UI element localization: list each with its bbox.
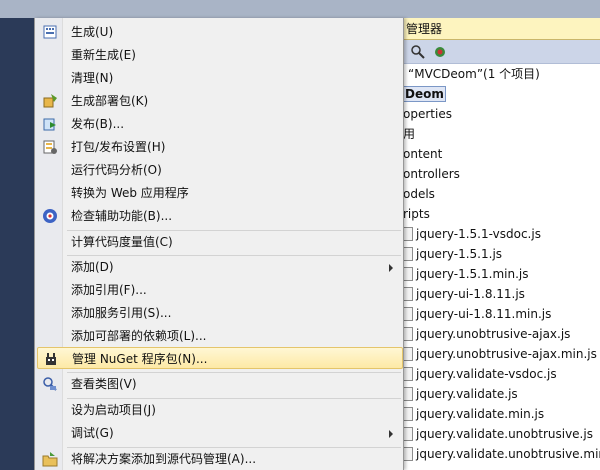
refresh-icon[interactable] (432, 44, 448, 60)
class-diagram-icon (43, 377, 57, 391)
menu-item-add-to-source-control[interactable]: 将解决方案添加到源代码管理(A)... (37, 448, 403, 470)
js-file-icon (404, 287, 413, 301)
menu-item-build-deploy-package[interactable]: 生成部署包(K) (37, 90, 403, 112)
menu-item-run-code-analysis[interactable]: 运行代码分析(O) (37, 159, 403, 181)
js-file-icon (404, 347, 413, 361)
menu-item-set-startup-project[interactable]: 设为启动项目(J) (37, 399, 403, 421)
js-file-icon (404, 307, 413, 321)
js-file-icon (404, 427, 413, 441)
nuget-icon (46, 353, 56, 365)
tree-item[interactable]: ripts (398, 204, 600, 224)
submenu-arrow-icon (389, 264, 393, 272)
publish-icon (43, 118, 56, 131)
solution-explorer: 管理器 “MVCDeom”(1 个项目) Deom operties 用 ont… (398, 18, 600, 470)
tree-item[interactable]: jquery-1.5.1-vsdoc.js (398, 224, 600, 244)
menu-item-view-class-diagram[interactable]: 查看类图(V) (37, 373, 403, 395)
js-file-icon (404, 227, 413, 241)
js-file-icon (404, 367, 413, 381)
build-icon (43, 25, 57, 39)
tree-item[interactable]: jquery.validate.unobtrusive.js (398, 424, 600, 444)
menu-item-check-accessibility[interactable]: 检查辅助功能(B)... (37, 205, 403, 227)
ide-title-strip (0, 0, 600, 18)
ide-left-panel (0, 18, 34, 470)
menu-item-debug[interactable]: 调试(G) (37, 422, 403, 444)
package-icon (43, 94, 57, 108)
tree-item[interactable]: Deom (398, 84, 600, 104)
js-file-icon (404, 267, 413, 281)
tree-item[interactable]: odels (398, 184, 600, 204)
tree-item[interactable]: jquery.validate.js (398, 384, 600, 404)
find-icon[interactable] (410, 44, 426, 60)
accessibility-icon (43, 209, 57, 223)
solution-explorer-title: 管理器 (398, 18, 600, 40)
solution-explorer-toolbar (398, 40, 600, 64)
menu-item-convert-web-app[interactable]: 转换为 Web 应用程序 (37, 182, 403, 204)
source-control-icon (42, 452, 58, 467)
menu-item-add-service-reference[interactable]: 添加服务引用(S)... (37, 302, 403, 324)
package-settings-icon (43, 140, 57, 154)
tree-item[interactable]: jquery-1.5.1.js (398, 244, 600, 264)
menu-item-calculate-code-metrics[interactable]: 计算代码度量值(C) (37, 231, 403, 253)
tree-item[interactable]: 用 (398, 124, 600, 144)
submenu-arrow-icon (389, 430, 393, 438)
js-file-icon (404, 387, 413, 401)
tree-item[interactable]: jquery.validate.unobtrusive.min.js (398, 444, 600, 464)
solution-tree: “MVCDeom”(1 个项目) Deom operties 用 ontent … (398, 64, 600, 464)
tree-item[interactable]: jquery-1.5.1.min.js (398, 264, 600, 284)
tree-item[interactable]: operties (398, 104, 600, 124)
js-file-icon (404, 447, 413, 461)
tree-item[interactable]: jquery-ui-1.8.11.min.js (398, 304, 600, 324)
js-file-icon (404, 407, 413, 421)
menu-item-publish[interactable]: 发布(B)... (37, 113, 403, 135)
js-file-icon (404, 327, 413, 341)
menu-item-build[interactable]: 生成(U) (37, 21, 403, 43)
menu-item-clean[interactable]: 清理(N) (37, 67, 403, 89)
menu-item-add[interactable]: 添加(D) (37, 256, 403, 278)
js-file-icon (404, 247, 413, 261)
tree-item[interactable]: jquery.unobtrusive-ajax.js (398, 324, 600, 344)
menu-item-add-deployable-dependencies[interactable]: 添加可部署的依赖项(L)... (37, 325, 403, 347)
menu-item-package-publish-settings[interactable]: 打包/发布设置(H) (37, 136, 403, 158)
tree-item[interactable]: jquery.unobtrusive-ajax.min.js (398, 344, 600, 364)
menu-item-rebuild[interactable]: 重新生成(E) (37, 44, 403, 66)
menu-item-add-reference[interactable]: 添加引用(F)... (37, 279, 403, 301)
tree-item[interactable]: jquery.validate-vsdoc.js (398, 364, 600, 384)
tree-item[interactable]: ontrollers (398, 164, 600, 184)
context-menu: 生成(U) 重新生成(E) 清理(N) 生成部署包(K) 发布(B)... 打包… (34, 18, 404, 470)
tree-item[interactable]: jquery-ui-1.8.11.js (398, 284, 600, 304)
tree-item[interactable]: “MVCDeom”(1 个项目) (398, 64, 600, 84)
tree-item[interactable]: ontent (398, 144, 600, 164)
menu-item-manage-nuget-packages[interactable]: 管理 NuGet 程序包(N)... (37, 347, 403, 369)
tree-item[interactable]: jquery.validate.min.js (398, 404, 600, 424)
